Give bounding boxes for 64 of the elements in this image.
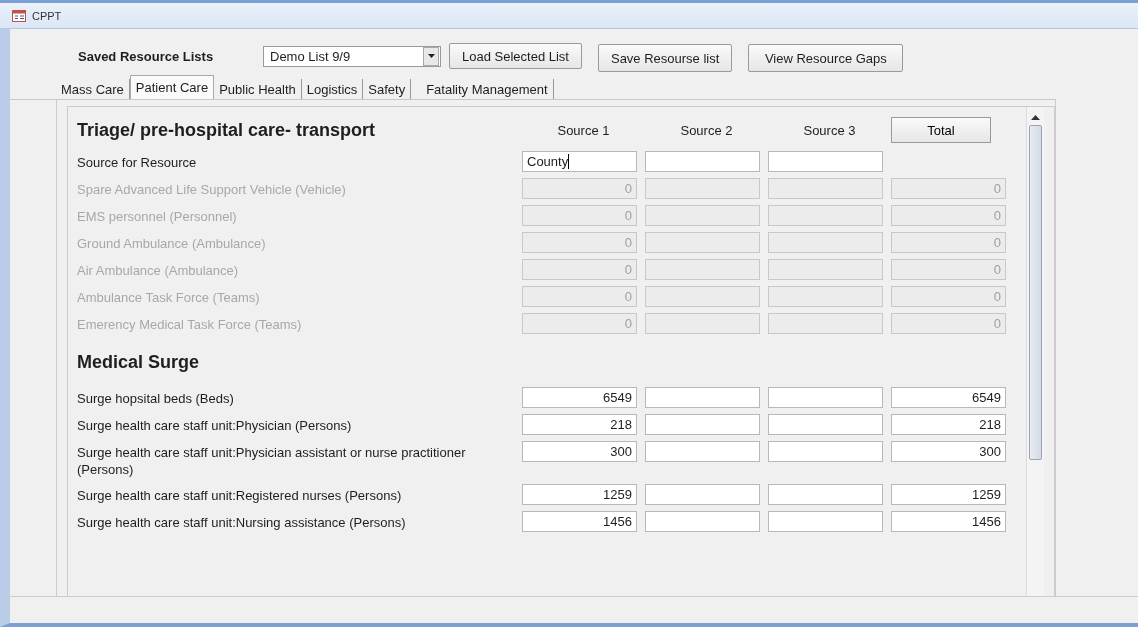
number-field[interactable]: 218 bbox=[522, 414, 637, 435]
number-field[interactable] bbox=[645, 414, 760, 435]
number-field: 0 bbox=[891, 286, 1006, 307]
row-label: Air Ambulance (Ambulance) bbox=[77, 262, 240, 279]
number-field: 0 bbox=[891, 259, 1006, 280]
scrollbar[interactable] bbox=[1026, 107, 1044, 597]
saved-lists-label: Saved Resource Lists bbox=[78, 48, 215, 64]
number-field: 0 bbox=[522, 205, 637, 226]
toolbar-button[interactable]: Save Resourse list bbox=[597, 44, 733, 72]
number-field: 0 bbox=[522, 232, 637, 253]
total-button[interactable]: Total bbox=[891, 117, 991, 143]
column-header: Source 2 bbox=[679, 122, 734, 138]
number-field[interactable]: 218 bbox=[891, 414, 1006, 435]
section-heading: Medical Surge bbox=[77, 352, 200, 372]
number-field[interactable] bbox=[768, 441, 883, 462]
column-header: Source 1 bbox=[556, 122, 611, 138]
row-label: EMS personnel (Personnel) bbox=[77, 208, 238, 225]
number-field[interactable] bbox=[768, 511, 883, 532]
number-field[interactable] bbox=[768, 414, 883, 435]
number-field[interactable] bbox=[768, 387, 883, 408]
number-field[interactable]: 1456 bbox=[522, 511, 637, 532]
row-label: Surge hopsital beds (Beds) bbox=[77, 390, 235, 407]
row-label: Spare Advanced Life Support Vehicle (Vehicle) bbox=[77, 181, 347, 198]
number-field: 0 bbox=[522, 286, 637, 307]
row-label: Surge health care staff unit:Registered nurses (Persons) bbox=[77, 487, 403, 504]
row-label: Source for Resource bbox=[77, 154, 198, 171]
scroll-thumb[interactable] bbox=[1029, 125, 1042, 460]
number-field[interactable]: 1259 bbox=[522, 484, 637, 505]
row-label: Surge health care staff unit:Nursing assistance (Persons) bbox=[77, 514, 407, 531]
number-field: 0 bbox=[891, 178, 1006, 199]
number-field: 0 bbox=[891, 232, 1006, 253]
list-dropdown[interactable]: Demo List 9/9 bbox=[263, 45, 441, 67]
number-field[interactable] bbox=[645, 511, 760, 532]
number-field[interactable] bbox=[645, 441, 760, 462]
number-field: 0 bbox=[522, 259, 637, 280]
row-label: Surge health care staff unit:Physician (Persons) bbox=[77, 417, 353, 434]
number-field[interactable]: 6549 bbox=[522, 387, 637, 408]
row-label: Emerency Medical Task Force (Teams) bbox=[77, 316, 303, 333]
scroll-up-icon[interactable] bbox=[1031, 115, 1040, 120]
number-field[interactable] bbox=[645, 387, 760, 408]
section-heading: Triage/ pre-hospital care- transport bbox=[77, 119, 376, 140]
source-field[interactable] bbox=[645, 151, 760, 172]
number-field[interactable] bbox=[768, 484, 883, 505]
number-field: 0 bbox=[522, 178, 637, 199]
number-field: 0 bbox=[891, 205, 1006, 226]
number-field[interactable]: 1259 bbox=[891, 484, 1006, 505]
number-field[interactable]: 300 bbox=[891, 441, 1006, 462]
column-header: Source 3 bbox=[802, 122, 857, 138]
source-field[interactable]: County bbox=[522, 151, 637, 172]
number-field: 0 bbox=[891, 313, 1006, 334]
number-field: 0 bbox=[522, 313, 637, 334]
toolbar-button[interactable]: View Resource Gaps bbox=[748, 44, 904, 72]
number-field[interactable]: 6549 bbox=[891, 387, 1006, 408]
tab[interactable]: Patient Care bbox=[129, 75, 215, 99]
window-title: CPPT bbox=[32, 9, 62, 22]
form-icon bbox=[12, 9, 26, 22]
number-field[interactable]: 300 bbox=[522, 441, 637, 462]
row-label: Surge health care staff unit:Physician assistant or nurse practitioner (Persons) bbox=[77, 444, 467, 478]
row-label: Ground Ambulance (Ambulance) bbox=[77, 235, 267, 252]
toolbar-button[interactable]: Load Selected List bbox=[449, 43, 582, 69]
number-field[interactable]: 1456 bbox=[891, 511, 1006, 532]
row-label: Ambulance Task Force (Teams) bbox=[77, 289, 261, 306]
number-field[interactable] bbox=[645, 484, 760, 505]
source-field[interactable] bbox=[768, 151, 883, 172]
